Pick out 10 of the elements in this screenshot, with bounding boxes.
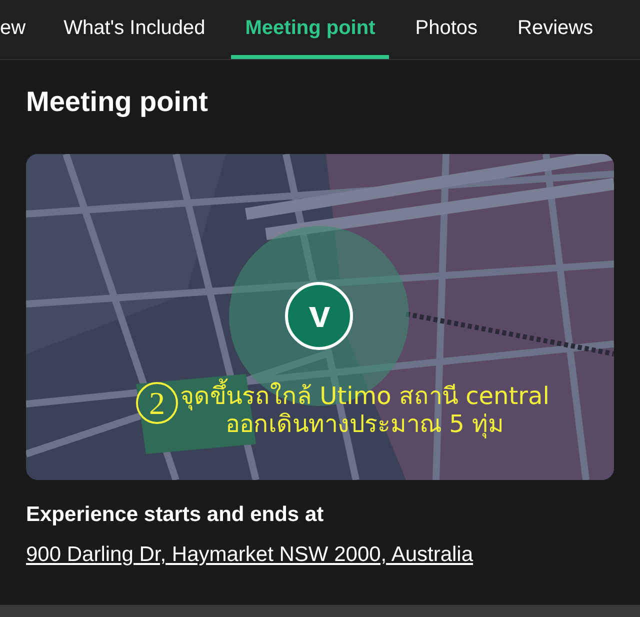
tab[interactable]: What's Included xyxy=(50,0,220,59)
tab[interactable]: ew xyxy=(0,0,40,59)
tab[interactable]: Reviews xyxy=(504,0,608,59)
annotation-text: ออกเดินทางประมาณ 5 ทุ่ม xyxy=(225,410,504,438)
section-title: Meeting point xyxy=(26,85,209,119)
section-subtitle: Experience starts and ends at xyxy=(26,502,325,528)
address-link[interactable]: 900 Darling Dr, Haymarket NSW 2000, Australia xyxy=(26,541,474,569)
tab[interactable]: Photos xyxy=(401,0,492,59)
tab[interactable]: Meeting point xyxy=(231,0,390,59)
circled-number: 2 xyxy=(136,382,178,424)
